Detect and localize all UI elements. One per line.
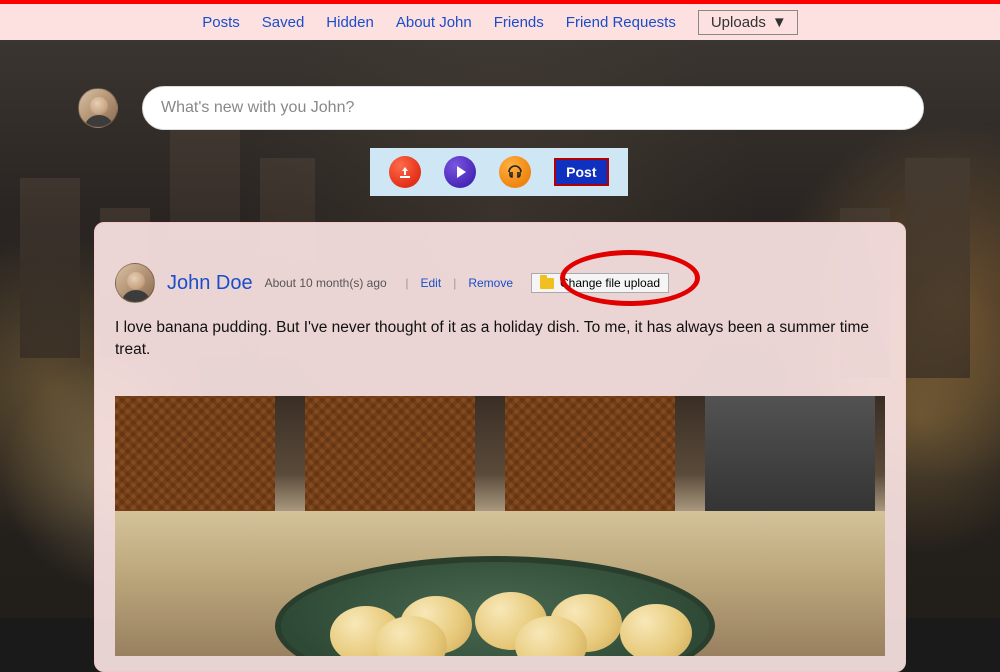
post-timestamp: About 10 month(s) ago [265, 276, 387, 290]
nav-saved[interactable]: Saved [262, 14, 305, 31]
feed-post-card: John Doe About 10 month(s) ago | Edit | … [94, 222, 906, 672]
post-header: John Doe About 10 month(s) ago | Edit | … [115, 263, 885, 303]
nav-uploads-dropdown[interactable]: Uploads ▼ [698, 10, 798, 35]
nav-bar: Posts Saved Hidden About John Friends Fr… [0, 4, 1000, 40]
composer [78, 86, 924, 130]
post-edit-link[interactable]: Edit [421, 276, 442, 290]
separator: | [399, 276, 409, 290]
post-body-text: I love banana pudding. But I've never th… [115, 317, 885, 360]
video-icon[interactable] [444, 156, 476, 188]
change-upload-label: Change file upload [560, 276, 660, 290]
post-author-link[interactable]: John Doe [167, 272, 253, 295]
post-remove-link[interactable]: Remove [468, 276, 513, 290]
nav-hidden[interactable]: Hidden [326, 14, 374, 31]
post-button[interactable]: Post [554, 158, 608, 186]
composer-input[interactable] [142, 86, 924, 130]
separator: | [453, 276, 456, 290]
post-attached-image[interactable] [115, 396, 885, 656]
composer-action-bar: Post [370, 148, 628, 196]
chevron-down-icon: ▼ [772, 14, 787, 31]
nav-friends[interactable]: Friends [494, 14, 544, 31]
change-file-upload-button[interactable]: Change file upload [531, 273, 669, 293]
nav-uploads-label: Uploads [711, 14, 766, 31]
audio-icon[interactable] [499, 156, 531, 188]
folder-icon [540, 278, 554, 289]
upload-photo-icon[interactable] [389, 156, 421, 188]
nav-friend-requests[interactable]: Friend Requests [566, 14, 676, 31]
nav-posts[interactable]: Posts [202, 14, 240, 31]
avatar[interactable] [78, 88, 118, 128]
post-author-avatar[interactable] [115, 263, 155, 303]
nav-about[interactable]: About John [396, 14, 472, 31]
